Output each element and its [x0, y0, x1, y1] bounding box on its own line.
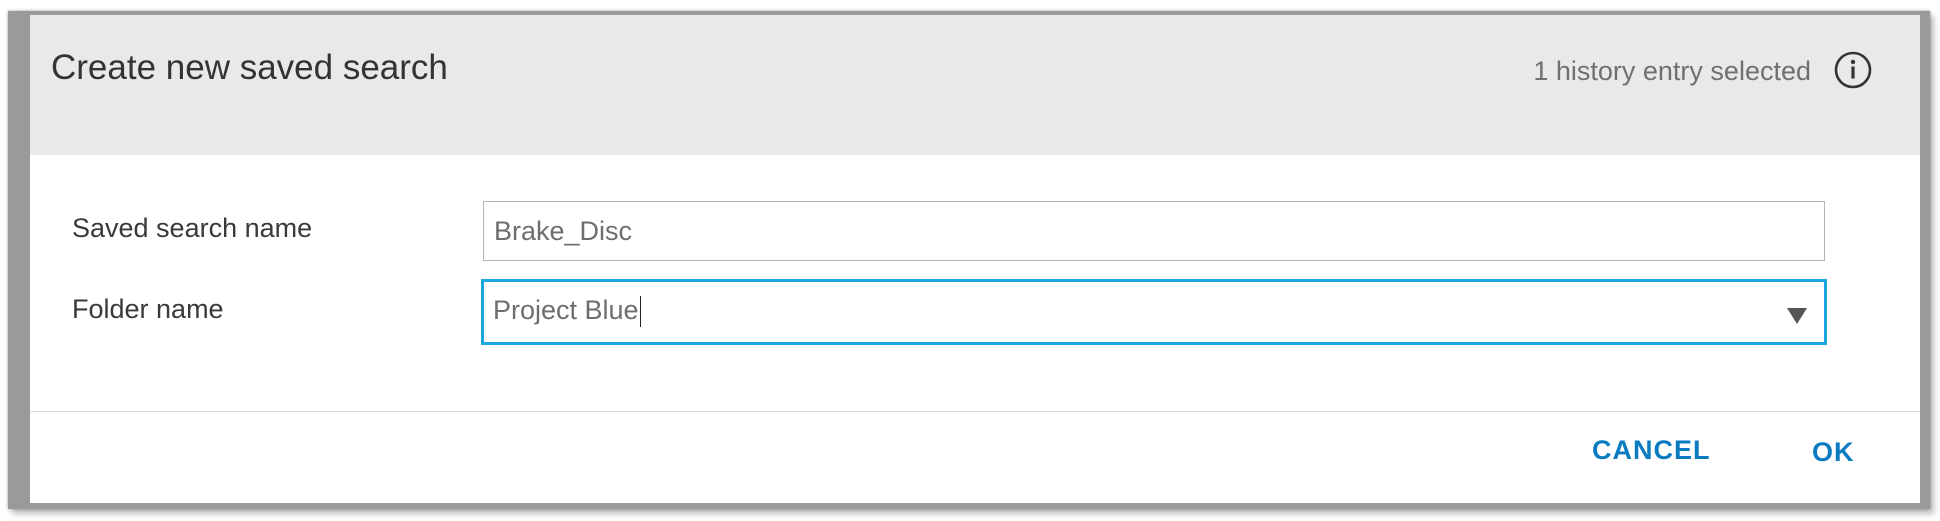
- text-cursor: [639, 296, 641, 328]
- dialog-header: Create new saved search 1 history entry …: [30, 15, 1920, 155]
- footer-divider: [30, 411, 1920, 412]
- folder-name-label: Folder name: [72, 294, 224, 324]
- dialog-title: Create new saved search: [51, 48, 448, 87]
- history-selection-status: 1 history entry selected: [1533, 56, 1811, 86]
- create-saved-search-dialog: Create new saved search 1 history entry …: [30, 15, 1920, 503]
- saved-search-name-label: Saved search name: [72, 213, 313, 243]
- folder-name-combobox[interactable]: Project Blue: [481, 279, 1827, 345]
- dropdown-arrow-icon[interactable]: [1787, 308, 1807, 324]
- folder-name-value[interactable]: Project Blue: [493, 295, 641, 328]
- info-icon[interactable]: [1832, 49, 1874, 91]
- cancel-button[interactable]: CANCEL: [1592, 435, 1711, 466]
- dialog-frame: Create new saved search 1 history entry …: [8, 11, 1930, 509]
- ok-button[interactable]: OK: [1812, 437, 1855, 468]
- saved-search-name-input[interactable]: [483, 201, 1825, 261]
